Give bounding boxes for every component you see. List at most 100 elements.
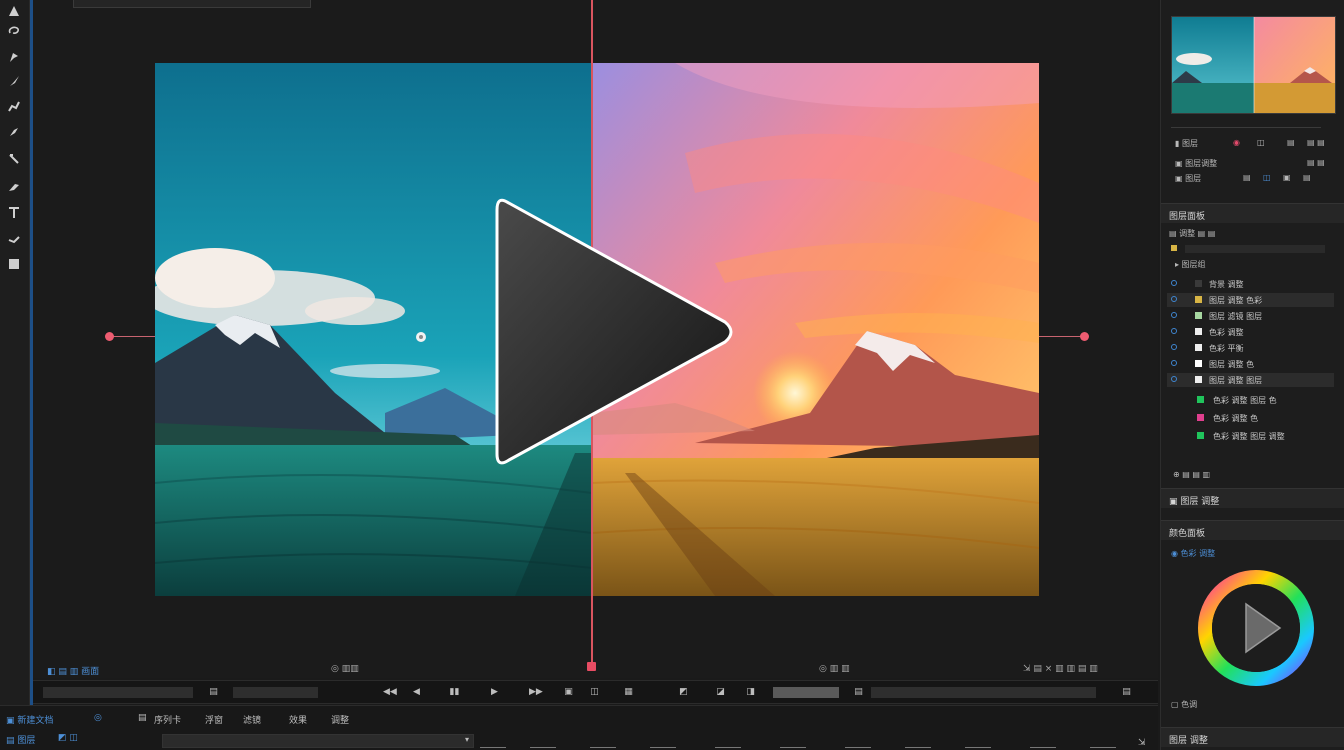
row-a-icon-2[interactable]: ▤: [1287, 138, 1295, 147]
tab-layers[interactable]: ▤ 图层: [6, 733, 35, 746]
layer-row[interactable]: 色彩 平衡: [1167, 341, 1334, 355]
visibility-eye-icon[interactable]: [1171, 296, 1177, 302]
row-a-dot-icon[interactable]: ◉: [1233, 138, 1240, 147]
layer-color-swatch: [1197, 414, 1204, 421]
export-frame-button[interactable]: ◪: [715, 687, 726, 698]
smudge-icon[interactable]: [5, 177, 23, 195]
marker-button[interactable]: ◩: [678, 687, 689, 698]
pen-icon[interactable]: [5, 150, 23, 168]
visibility-eye-icon[interactable]: [1171, 312, 1177, 318]
lasso-icon[interactable]: [5, 22, 23, 40]
brush-icon[interactable]: [5, 72, 23, 90]
layers-toolbar-label[interactable]: ▤ 调整 ▤ ▤: [1169, 228, 1215, 239]
layers-panel-header[interactable]: 图层面板: [1161, 203, 1344, 223]
row-c-icon-2[interactable]: ◫: [1263, 173, 1271, 182]
row-a-icon-1[interactable]: ◫: [1257, 138, 1265, 147]
navigator-thumbnail[interactable]: [1171, 16, 1336, 114]
play-button[interactable]: ▶: [489, 687, 500, 698]
status-left[interactable]: ◧ ▤ ▥ 画面: [47, 664, 99, 677]
zoom-slider[interactable]: [773, 687, 839, 698]
layer-row[interactable]: 图层 调整 色彩: [1167, 293, 1334, 307]
panel-row-a: ▮ 图层 ◉ ◫ ▤ ▤ ▤: [1167, 138, 1338, 150]
layer-row[interactable]: 色彩 调整: [1167, 325, 1334, 339]
visibility-eye-icon[interactable]: [1171, 280, 1177, 286]
color-panel-header[interactable]: 颜色面板: [1161, 520, 1344, 540]
track-dropdown-icon[interactable]: ▾: [465, 735, 469, 744]
visibility-eye-icon[interactable]: [1171, 328, 1177, 334]
layer-row[interactable]: 色彩 调整 色: [1167, 411, 1334, 425]
move-icon[interactable]: [5, 2, 23, 20]
bottom-panel-header[interactable]: 图层 调整: [1161, 727, 1344, 747]
select-icon[interactable]: [5, 48, 23, 66]
properties-panel-header[interactable]: ▣ 图层 调整: [1161, 488, 1344, 508]
layer-group-row[interactable]: ▸ 图层组: [1167, 259, 1338, 271]
guide-left-handle[interactable]: [105, 332, 114, 341]
in-point-button[interactable]: ◫: [589, 687, 600, 698]
row-c-icon-1[interactable]: ▤: [1243, 173, 1251, 182]
tool-marker-icon[interactable]: ▤: [208, 687, 219, 698]
layer-color-swatch: [1195, 376, 1202, 383]
transport-bar: ▤ ◀◀ ◀ ▮▮ ▶ ▶▶ ▣ ◫ ▦ ◩ ◪ ◨ ▤ ▤: [33, 680, 1158, 704]
visibility-eye-icon[interactable]: [1171, 376, 1177, 382]
out-point-button[interactable]: ▦: [623, 687, 634, 698]
tab-filter[interactable]: 滤镜: [243, 713, 261, 726]
tab-adjust[interactable]: 调整: [331, 713, 349, 726]
layer-name: 图层 滤镜 图层: [1209, 312, 1263, 321]
panel-row-c: ▣ 图层 ▤ ◫ ▣ ▤: [1167, 173, 1338, 185]
hand-icon[interactable]: [5, 230, 23, 248]
pause-button[interactable]: ▮▮: [449, 687, 460, 698]
scrub-track-mid[interactable]: [233, 687, 318, 698]
status-right[interactable]: ◎ ▥ ▥: [819, 664, 850, 674]
fast-forward-button[interactable]: ▶▶: [529, 687, 543, 698]
play-icon[interactable]: [493, 192, 738, 470]
layer-row[interactable]: 色彩 调整 图层 色: [1167, 393, 1334, 407]
color-panel-row-label[interactable]: ◉ 色彩 调整: [1171, 548, 1215, 559]
layer-row[interactable]: 图层 滤镜 图层: [1167, 309, 1334, 323]
color-wheel[interactable]: [1196, 568, 1316, 688]
row-c-icon-3[interactable]: ▣: [1283, 173, 1291, 182]
row-b-label[interactable]: ▣ 图层调整: [1175, 158, 1217, 169]
tab-effects[interactable]: 效果: [289, 713, 307, 726]
safe-margins-button[interactable]: ◨: [745, 687, 756, 698]
tab-sequence[interactable]: 序列卡: [154, 713, 181, 726]
canvas-viewport[interactable]: [33, 0, 1158, 678]
layer-row[interactable]: 图层 调整 图层: [1167, 373, 1334, 387]
status-far-right[interactable]: ⇲ ▤ × ▥ ▥ ▤ ▥: [1023, 664, 1098, 674]
loop-button[interactable]: ▣: [563, 687, 574, 698]
row-a-icon-3[interactable]: ▤ ▤: [1307, 138, 1325, 147]
text-icon[interactable]: [5, 204, 23, 222]
layers-footer-actions[interactable]: ⊕ ▤ ▤ ▥: [1173, 470, 1210, 479]
step-back-button[interactable]: ◀: [411, 687, 422, 698]
color-bottom-label[interactable]: ▢ 色调: [1171, 699, 1197, 710]
row-c-icon-4[interactable]: ▤: [1303, 173, 1311, 182]
heal-icon[interactable]: [5, 97, 23, 115]
row-b-icons[interactable]: ▤ ▤: [1307, 158, 1325, 167]
scrub-track-right[interactable]: [871, 687, 1096, 698]
row-a-label[interactable]: ▮ 图层: [1175, 138, 1198, 149]
timeline-settings-icon[interactable]: ◎: [94, 713, 102, 723]
rewind-button[interactable]: ◀◀: [383, 687, 397, 698]
timeline-resize-icon[interactable]: ⇲: [1138, 738, 1146, 748]
settings-small-button[interactable]: ▤: [853, 687, 864, 698]
layer-color-swatch: [1197, 432, 1204, 439]
timeline-track-field[interactable]: ▾: [162, 734, 474, 748]
row-c-label[interactable]: ▣ 图层: [1175, 173, 1201, 184]
scrub-track-left[interactable]: [43, 687, 193, 698]
tab-new-document[interactable]: ▣ 新建文档: [6, 713, 53, 726]
guide-right-handle[interactable]: [1080, 332, 1089, 341]
expand-button[interactable]: ▤: [1121, 687, 1132, 698]
layer-row[interactable]: 背景 调整: [1167, 277, 1334, 291]
timeline-panel-icon[interactable]: ▤: [138, 713, 147, 723]
document-tab[interactable]: [73, 0, 311, 8]
layer-row[interactable]: 图层 调整 色: [1167, 357, 1334, 371]
status-center[interactable]: ◎ ▥▥: [331, 664, 359, 674]
layer-filter-swatch[interactable]: [1171, 245, 1177, 251]
timeline-view-icons[interactable]: ◩ ◫: [58, 733, 78, 743]
stamp-icon[interactable]: [5, 123, 23, 141]
tab-float[interactable]: 浮窗: [205, 713, 223, 726]
visibility-eye-icon[interactable]: [1171, 360, 1177, 366]
properties-panel-title: ▣ 图层 调整: [1169, 497, 1220, 507]
shape-icon[interactable]: [5, 255, 23, 273]
visibility-eye-icon[interactable]: [1171, 344, 1177, 350]
layer-row[interactable]: 色彩 调整 图层 调整: [1167, 429, 1334, 443]
